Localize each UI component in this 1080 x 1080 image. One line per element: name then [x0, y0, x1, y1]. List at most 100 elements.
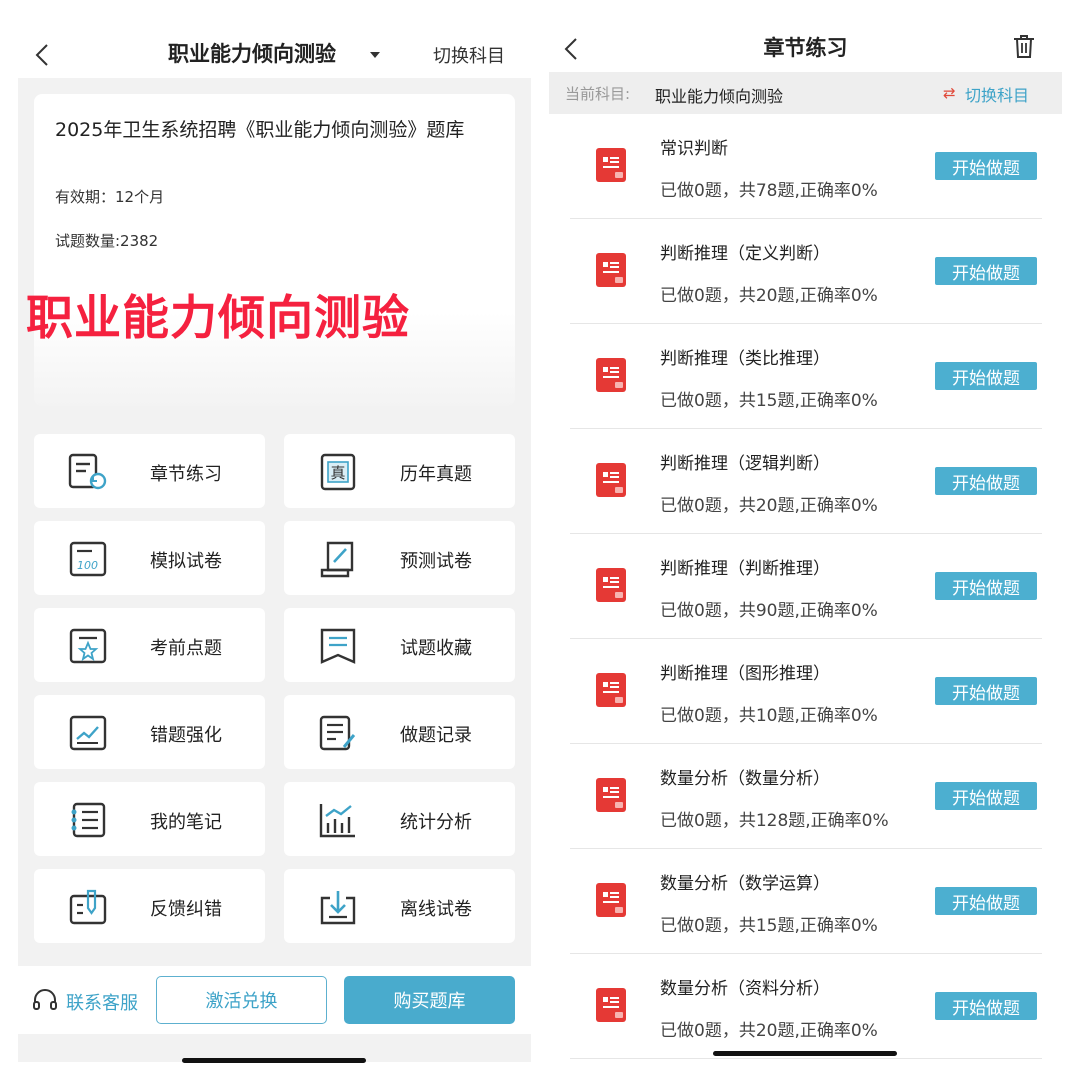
chapter-row[interactable]: 判断推理（逻辑判断） 已做0题，共20题,正确率0% 开始做题 — [570, 429, 1042, 534]
customer-service-link[interactable]: 联系客服 — [66, 989, 138, 1015]
tile-past-papers[interactable]: 真 历年真题 — [284, 434, 515, 508]
tile-statistics[interactable]: 统计分析 — [284, 782, 515, 856]
chapter-title: 数量分析（数量分析） — [660, 769, 830, 789]
exam-home-screen: 职业能力倾向测验 切换科目 2025年卫生系统招聘《职业能力倾向测验》题库 有效… — [18, 20, 531, 1063]
question-count-text: 试题数量:2382 — [55, 232, 159, 250]
start-practice-button[interactable]: 开始做题 — [935, 257, 1037, 285]
chapter-title: 判断推理（逻辑判断） — [660, 454, 830, 474]
tile-label: 反馈纠错 — [150, 899, 222, 920]
chapter-stats: 已做0题，共128题,正确率0% — [660, 811, 889, 831]
tile-wrong-questions[interactable]: 错题强化 — [34, 695, 265, 769]
chapter-book-icon — [596, 568, 626, 602]
chapter-book-icon — [596, 148, 626, 182]
chapter-book-icon — [596, 253, 626, 287]
tile-label: 我的笔记 — [150, 812, 222, 833]
tile-label: 离线试卷 — [400, 899, 472, 920]
chapter-row[interactable]: 数量分析（资料分析） 已做0题，共20题,正确率0% 开始做题 — [570, 954, 1042, 1059]
current-subject-value: 职业能力倾向测验 — [655, 87, 784, 106]
switch-subject-link[interactable]: 切换科目 — [433, 42, 505, 68]
chapter-title: 判断推理（判断推理） — [660, 559, 830, 579]
chapter-row[interactable]: 数量分析（数学运算） 已做0题，共15题,正确率0% 开始做题 — [570, 849, 1042, 954]
tile-label: 章节练习 — [150, 464, 222, 485]
current-subject-bar: 当前科目: 职业能力倾向测验 ⇄ 切换科目 — [549, 72, 1062, 114]
chapter-book-icon — [596, 778, 626, 812]
chapter-row[interactable]: 常识判断 已做0题，共78题,正确率0% 开始做题 — [570, 114, 1042, 219]
chapter-title: 数量分析（资料分析） — [660, 979, 830, 999]
tile-offline-exam[interactable]: 离线试卷 — [284, 869, 515, 943]
mock-exam-icon: 100 — [69, 541, 107, 577]
bottom-action-bar: 联系客服 激活兑换 购买题库 — [18, 966, 531, 1034]
forecast-exam-icon — [320, 541, 354, 578]
chapter-title: 判断推理（类比推理） — [660, 349, 830, 369]
chapter-row[interactable]: 判断推理（定义判断） 已做0题，共20题,正确率0% 开始做题 — [570, 219, 1042, 324]
tile-label: 试题收藏 — [400, 638, 472, 659]
tile-label: 模拟试卷 — [150, 551, 222, 572]
chapter-row[interactable]: 数量分析（数量分析） 已做0题，共128题,正确率0% 开始做题 — [570, 744, 1042, 849]
start-practice-button[interactable]: 开始做题 — [935, 362, 1037, 390]
history-record-icon — [319, 715, 356, 751]
buy-question-bank-button[interactable]: 购买题库 — [344, 976, 515, 1024]
bookmark-icon — [320, 628, 356, 664]
switch-arrows-icon[interactable]: ⇄ — [943, 84, 956, 102]
chapter-book-icon — [596, 673, 626, 707]
home-indicator — [182, 1058, 366, 1063]
tile-bookmarks[interactable]: 试题收藏 — [284, 608, 515, 682]
question-bank-card: 2025年卫生系统招聘《职业能力倾向测验》题库 有效期：12个月 试题数量:23… — [26, 94, 515, 406]
tile-label: 预测试卷 — [400, 551, 472, 572]
start-practice-button[interactable]: 开始做题 — [935, 887, 1037, 915]
top-nav-bar: 职业能力倾向测验 切换科目 — [18, 20, 531, 78]
content-area: 2025年卫生系统招聘《职业能力倾向测验》题库 有效期：12个月 试题数量:23… — [18, 78, 531, 966]
wrong-questions-icon — [69, 715, 107, 751]
bank-title: 2025年卫生系统招聘《职业能力倾向测验》题库 — [55, 119, 465, 141]
chapter-row[interactable]: 判断推理（判断推理） 已做0题，共90题,正确率0% 开始做题 — [570, 534, 1042, 639]
chapter-title: 判断推理（图形推理） — [660, 664, 830, 684]
chapter-stats: 已做0题，共20题,正确率0% — [660, 286, 878, 306]
tile-chapter-practice[interactable]: 章节练习 — [34, 434, 265, 508]
tile-my-notes[interactable]: 我的笔记 — [34, 782, 265, 856]
dropdown-caret-icon[interactable] — [370, 52, 380, 58]
chapter-title: 常识判断 — [660, 139, 728, 159]
start-practice-button[interactable]: 开始做题 — [935, 572, 1037, 600]
headset-icon[interactable] — [32, 989, 58, 1013]
start-practice-button[interactable]: 开始做题 — [935, 467, 1037, 495]
tile-feedback[interactable]: 反馈纠错 — [34, 869, 265, 943]
key-points-icon — [69, 628, 107, 664]
top-nav-bar: 章节练习 — [549, 20, 1062, 72]
trash-icon[interactable] — [1013, 34, 1035, 58]
validity-text: 有效期：12个月 — [55, 188, 165, 206]
activate-button[interactable]: 激活兑换 — [156, 976, 327, 1024]
chapter-book-icon — [596, 988, 626, 1022]
chapter-book-icon — [596, 358, 626, 392]
chapter-book-icon — [596, 883, 626, 917]
chapter-stats: 已做0题，共15题,正确率0% — [660, 391, 878, 411]
page-title: 章节练习 — [763, 36, 848, 60]
chapter-row[interactable]: 判断推理（图形推理） 已做0题，共10题,正确率0% 开始做题 — [570, 639, 1042, 744]
banner-title: 职业能力倾向测验 — [26, 291, 410, 346]
start-practice-button[interactable]: 开始做题 — [935, 677, 1037, 705]
chapter-stats: 已做0题，共90题,正确率0% — [660, 601, 878, 621]
start-practice-button[interactable]: 开始做题 — [935, 152, 1037, 180]
chapter-stats: 已做0题，共20题,正确率0% — [660, 496, 878, 516]
home-indicator-area — [18, 1034, 531, 1063]
chapter-stats: 已做0题，共20题,正确率0% — [660, 1021, 878, 1041]
tile-label: 考前点题 — [150, 638, 222, 659]
back-arrow-icon[interactable] — [30, 42, 56, 68]
tile-forecast-exam[interactable]: 预测试卷 — [284, 521, 515, 595]
tile-mock-exam[interactable]: 100 模拟试卷 — [34, 521, 265, 595]
chapter-practice-icon — [68, 453, 107, 490]
switch-subject-link[interactable]: 切换科目 — [965, 82, 1029, 106]
page-title[interactable]: 职业能力倾向测验 — [168, 38, 336, 68]
chapter-practice-screen: 章节练习 当前科目: 职业能力倾向测验 ⇄ 切换科目 常识判断 已做0题，共78… — [549, 20, 1062, 1062]
start-practice-button[interactable]: 开始做题 — [935, 992, 1037, 1020]
start-practice-button[interactable]: 开始做题 — [935, 782, 1037, 810]
tile-key-points[interactable]: 考前点题 — [34, 608, 265, 682]
chapter-stats: 已做0题，共15题,正确率0% — [660, 916, 878, 936]
statistics-icon — [319, 804, 355, 838]
chapter-title: 判断推理（定义判断） — [660, 244, 830, 264]
chapter-title: 数量分析（数学运算） — [660, 874, 830, 894]
svg-text:100: 100 — [77, 559, 98, 572]
chapter-row[interactable]: 判断推理（类比推理） 已做0题，共15题,正确率0% 开始做题 — [570, 324, 1042, 429]
past-papers-icon: 真 — [320, 453, 356, 491]
tile-history-record[interactable]: 做题记录 — [284, 695, 515, 769]
current-subject-label: 当前科目: — [565, 85, 631, 103]
